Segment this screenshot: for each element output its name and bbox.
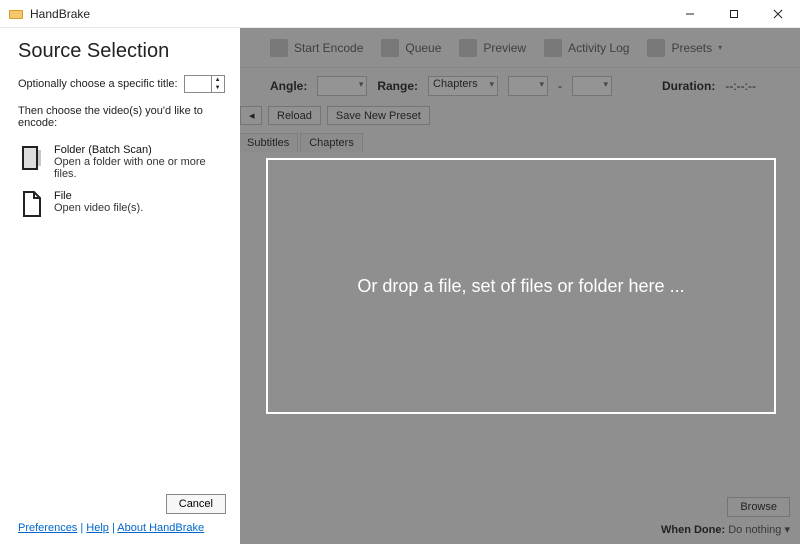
drop-zone[interactable]: Or drop a file, set of files or folder h…	[266, 158, 776, 414]
app-icon	[8, 6, 24, 22]
maximize-button[interactable]	[712, 0, 756, 27]
open-folder-option[interactable]: Folder (Batch Scan) Open a folder with o…	[18, 139, 226, 185]
titlebar: HandBrake	[0, 0, 800, 28]
spinner-down-icon[interactable]: ▼	[212, 84, 224, 92]
title-number-input[interactable]	[185, 76, 211, 92]
open-folder-sub: Open a folder with one or more files.	[54, 156, 224, 180]
help-link[interactable]: Help	[86, 522, 109, 534]
close-button[interactable]	[756, 0, 800, 27]
open-file-sub: Open video file(s).	[54, 202, 143, 214]
minimize-button[interactable]	[668, 0, 712, 27]
drop-zone-text: Or drop a file, set of files or folder h…	[357, 276, 684, 297]
panel-instruction: Then choose the video(s) you'd like to e…	[18, 105, 226, 129]
open-file-title: File	[54, 190, 143, 202]
panel-links: Preferences | Help | About HandBrake	[18, 522, 226, 534]
cancel-button[interactable]: Cancel	[166, 494, 226, 514]
panel-heading: Source Selection	[18, 40, 226, 63]
about-link[interactable]: About HandBrake	[117, 522, 204, 534]
specific-title-row: Optionally choose a specific title: ▲▼	[18, 75, 226, 93]
open-file-option[interactable]: File Open video file(s).	[18, 185, 226, 223]
spinner-up-icon[interactable]: ▲	[212, 76, 224, 84]
title-number-spinner[interactable]: ▲▼	[184, 75, 225, 93]
window-controls	[668, 0, 800, 27]
file-icon	[20, 190, 44, 218]
folder-icon	[20, 144, 44, 172]
source-selection-panel: Source Selection Optionally choose a spe…	[0, 28, 240, 544]
window-title: HandBrake	[30, 7, 668, 21]
open-folder-title: Folder (Batch Scan)	[54, 144, 224, 156]
preferences-link[interactable]: Preferences	[18, 522, 77, 534]
specific-title-label: Optionally choose a specific title:	[18, 78, 178, 90]
